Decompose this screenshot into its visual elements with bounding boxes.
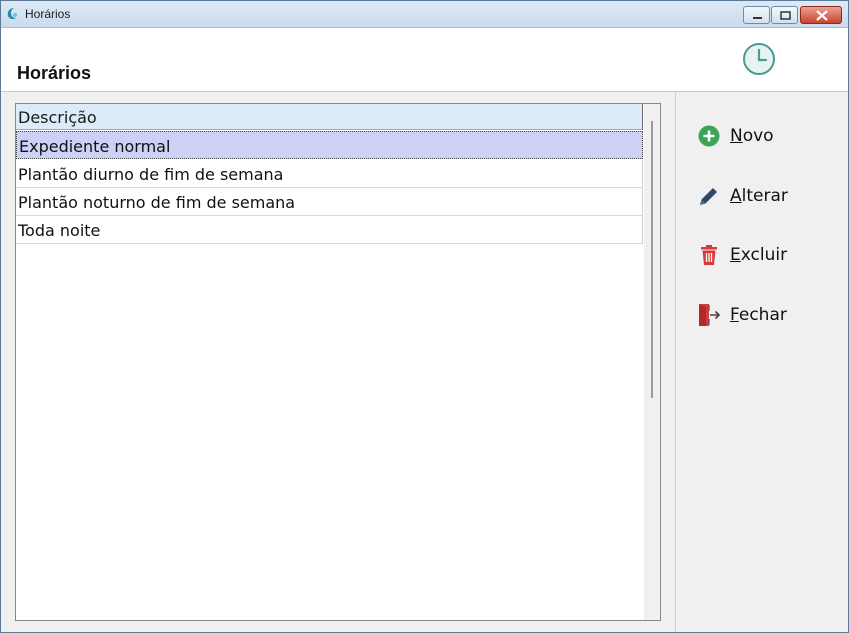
close-button[interactable] [800, 6, 842, 24]
list-item[interactable]: Expediente normal [16, 131, 643, 159]
scroll-thumb[interactable] [651, 121, 653, 398]
vertical-scrollbar[interactable] [644, 104, 660, 620]
list-item[interactable]: Toda noite [16, 216, 643, 244]
clock-icon [743, 43, 775, 75]
list-item[interactable]: Plantão diurno de fim de semana [16, 160, 643, 188]
plus-circle-icon [698, 125, 720, 147]
window-title: Horários [25, 7, 71, 21]
list-item-label: Toda noite [18, 221, 101, 240]
new-button-label: Novo [730, 126, 774, 146]
app-logo-icon [7, 8, 17, 20]
delete-button[interactable]: Excluir [697, 240, 827, 270]
column-header-description[interactable]: Descrição [16, 104, 643, 130]
minimize-button[interactable] [743, 6, 770, 24]
side-panel-divider [675, 92, 676, 632]
close-form-button-label: Fechar [730, 305, 787, 325]
edit-button[interactable]: Alterar [697, 181, 827, 211]
page-header: Horários [1, 28, 848, 92]
app-window: Horários Horários Descrição Expediente n… [0, 0, 849, 633]
exit-door-icon [699, 304, 721, 326]
minimize-icon [753, 17, 762, 19]
list-item-label: Plantão noturno de fim de semana [18, 193, 296, 212]
close-icon [816, 10, 828, 21]
title-bar[interactable]: Horários [1, 1, 848, 28]
pencil-icon [700, 188, 717, 205]
page-title: Horários [17, 63, 92, 83]
trash-icon [701, 245, 717, 265]
edit-button-label: Alterar [730, 186, 788, 206]
delete-button-label: Excluir [730, 245, 788, 265]
schedule-list[interactable]: Descrição Expediente normal Plantão diur… [15, 103, 661, 621]
restore-icon [780, 11, 791, 20]
list-item-label: Expediente normal [19, 137, 171, 156]
new-button[interactable]: Novo [697, 121, 827, 151]
close-form-button[interactable]: Fechar [697, 300, 827, 330]
restore-button[interactable] [771, 6, 798, 24]
list-item-label: Plantão diurno de fim de semana [18, 165, 284, 184]
list-item[interactable]: Plantão noturno de fim de semana [16, 188, 643, 216]
